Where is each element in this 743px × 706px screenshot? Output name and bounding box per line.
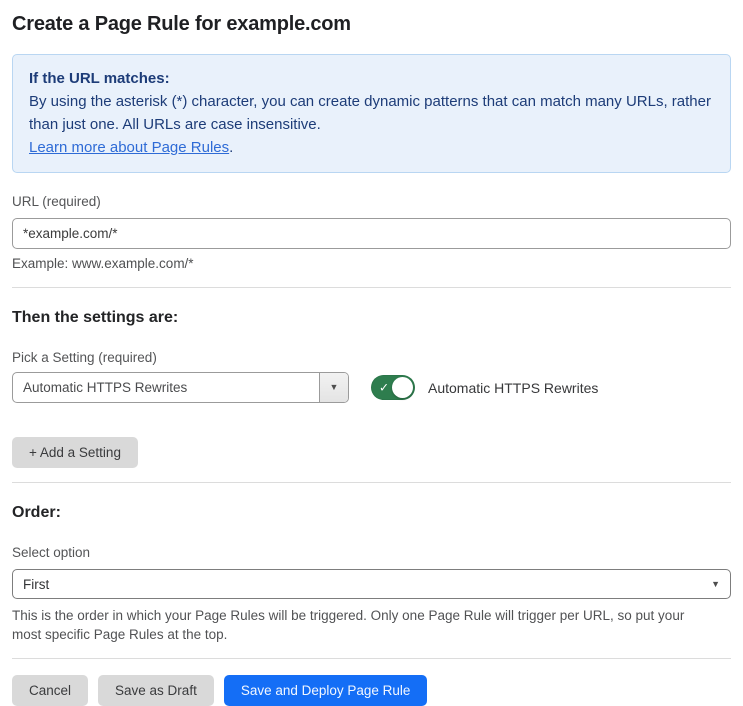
chevron-down-icon: ▼ — [329, 382, 339, 392]
check-icon: ✓ — [379, 380, 390, 395]
order-section-heading: Order: — [12, 504, 61, 521]
setting-dropdown-value: Automatic HTTPS Rewrites — [23, 380, 188, 395]
toggle-label: Automatic HTTPS Rewrites — [428, 379, 599, 396]
setting-row: Automatic HTTPS Rewrites ▼ ✓ Automatic H… — [12, 372, 731, 403]
url-matches-info-box: If the URL matches: By using the asteris… — [12, 54, 731, 173]
order-select[interactable]: First ▼ — [12, 569, 731, 599]
select-option-label: Select option — [12, 545, 91, 560]
divider — [12, 482, 731, 483]
add-setting-button[interactable]: + Add a Setting — [12, 437, 138, 468]
save-and-deploy-button[interactable]: Save and Deploy Page Rule — [223, 675, 428, 706]
save-as-draft-button[interactable]: Save as Draft — [98, 675, 214, 706]
setting-dropdown-arrow-button[interactable]: ▼ — [319, 373, 348, 402]
footer-actions: Cancel Save as Draft Save and Deploy Pag… — [12, 675, 731, 706]
cancel-button[interactable]: Cancel — [12, 675, 89, 706]
order-helper-text: This is the order in which your Page Rul… — [12, 608, 685, 642]
chevron-down-icon: ▼ — [711, 578, 720, 589]
setting-dropdown[interactable]: Automatic HTTPS Rewrites ▼ — [12, 372, 349, 403]
link-suffix: . — [229, 139, 234, 156]
learn-more-link[interactable]: Learn more about Page Rules — [29, 139, 229, 156]
order-select-value: First — [23, 576, 50, 592]
url-field-label: URL (required) — [12, 194, 101, 209]
toggle-knob — [392, 377, 413, 398]
divider — [12, 658, 731, 659]
settings-section-heading: Then the settings are: — [12, 309, 179, 326]
info-box-heading: If the URL matches: — [29, 70, 170, 87]
url-example-helper: Example: www.example.com/* — [12, 256, 194, 271]
create-page-rule-panel: Create a Page Rule for example.com If th… — [0, 0, 743, 706]
https-rewrites-toggle[interactable]: ✓ — [371, 375, 415, 400]
pick-setting-label: Pick a Setting (required) — [12, 350, 157, 365]
info-box-body: By using the asterisk (*) character, you… — [29, 93, 711, 133]
page-title: Create a Page Rule for example.com — [12, 13, 351, 35]
url-input[interactable] — [12, 218, 731, 249]
divider — [12, 287, 731, 288]
info-box-link-line: Learn more about Page Rules. — [29, 136, 714, 159]
